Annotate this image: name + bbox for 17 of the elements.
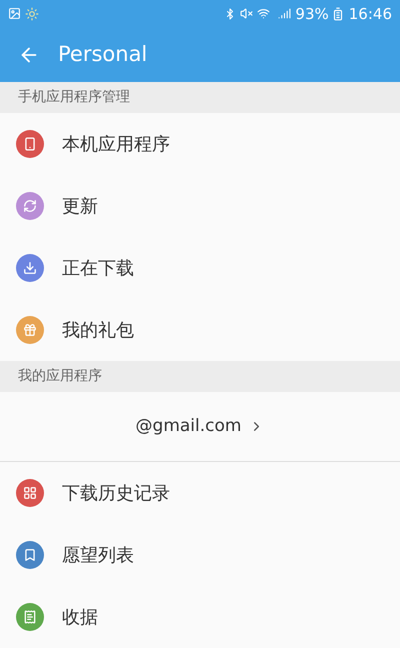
gallery-icon: [8, 7, 21, 20]
item-label: 更新: [62, 194, 98, 218]
section-header: 手机应用程序管理: [0, 82, 400, 113]
item-label: 收据: [62, 606, 98, 630]
item-label: 愿望列表: [62, 544, 134, 568]
mute-icon: [240, 7, 254, 20]
account-email: @gmail.com: [136, 414, 242, 438]
item-label: 下载历史记录: [62, 482, 170, 506]
item-label: 正在下载: [62, 256, 134, 280]
item-label: 本机应用程序: [62, 132, 170, 156]
clock: 16:46: [348, 4, 392, 25]
sun-icon: [25, 6, 39, 21]
section-header: 我的应用程序: [0, 361, 400, 392]
signal-icon: [278, 7, 292, 20]
item-label: 我的礼包: [62, 318, 134, 342]
battery-percent: 93%: [295, 4, 329, 25]
screen-title: Personal: [58, 41, 148, 68]
